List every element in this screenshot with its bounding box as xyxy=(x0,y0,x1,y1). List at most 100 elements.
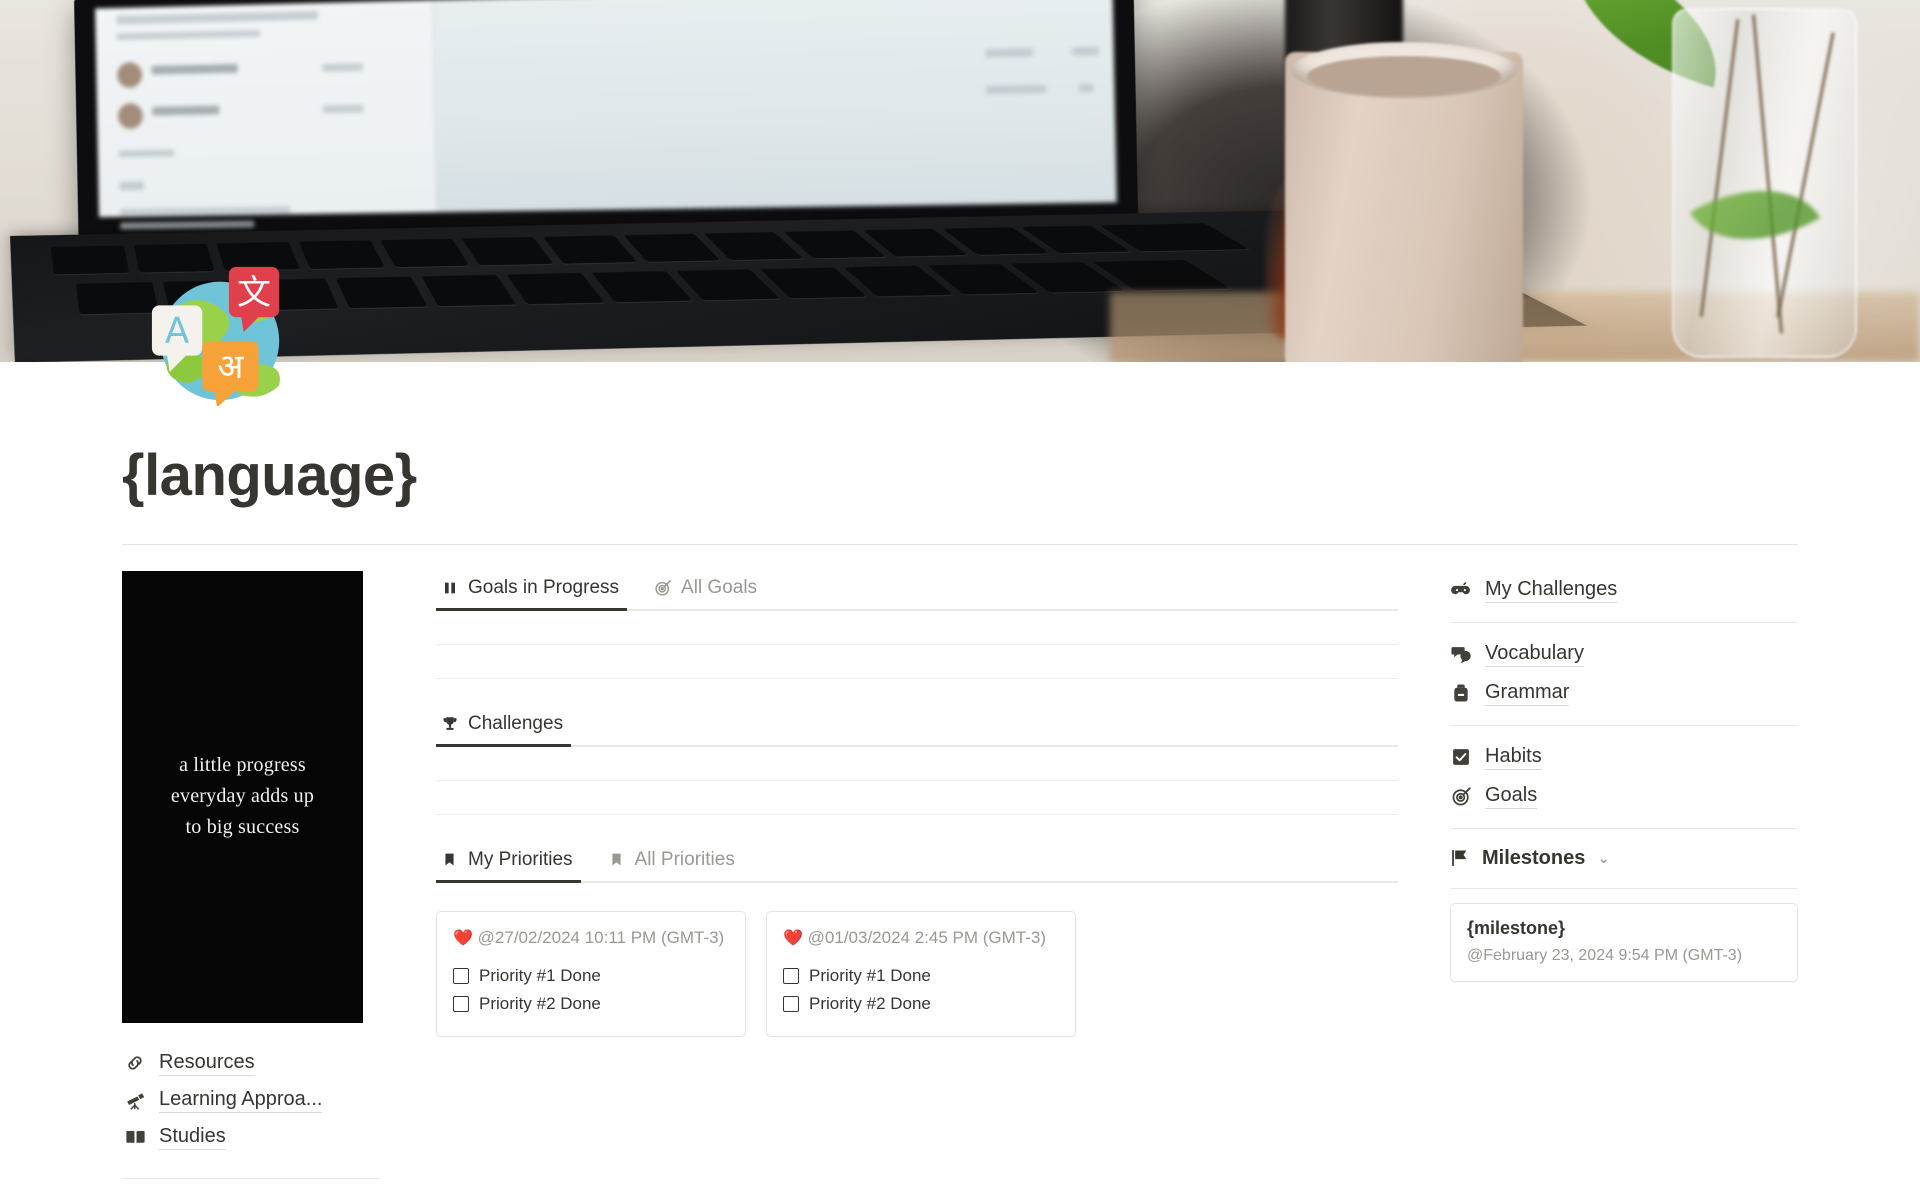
checkbox-unchecked-icon[interactable] xyxy=(453,996,469,1013)
challenges-empty-rows xyxy=(436,747,1398,815)
chevron-down-icon[interactable]: ⌄ xyxy=(1597,849,1610,867)
bookmark-icon xyxy=(440,850,459,869)
challenges-tablist: Challenges xyxy=(436,707,1398,747)
backpack-icon xyxy=(1450,682,1472,704)
right-column-divider xyxy=(1450,621,1798,623)
tab-label: All Goals xyxy=(681,576,758,598)
bookmark-icon xyxy=(607,850,626,869)
priorities-section: My Priorities All Priorities ❤️ @27/02/2… xyxy=(436,843,1398,1038)
milestone-date: @February 23, 2024 9:54 PM (GMT-3) xyxy=(1467,946,1743,964)
title-divider xyxy=(122,543,1798,545)
quote-line-1: a little progress xyxy=(179,754,306,777)
sidebar-item-goals[interactable]: Goals xyxy=(1450,777,1798,816)
goals-empty-rows xyxy=(436,611,1398,679)
challenges-section: Challenges xyxy=(436,707,1398,815)
checkbox-unchecked-icon[interactable] xyxy=(783,968,799,985)
motivational-quote-image: a little progress everyday adds up to bi… xyxy=(122,570,363,1023)
sidebar-item-label: Goals xyxy=(1485,784,1538,809)
svg-text:文: 文 xyxy=(237,273,271,313)
tab-my-priorities[interactable]: My Priorities xyxy=(436,843,581,883)
telescope-icon xyxy=(124,1089,146,1111)
page-title: {language} xyxy=(122,443,417,508)
goals-tablist: Goals in Progress All Goals xyxy=(436,571,1398,611)
priority-card[interactable]: ❤️ @01/03/2024 2:45 PM (GMT-3) Priority … xyxy=(766,910,1076,1038)
empty-row xyxy=(436,611,1398,645)
mug-decor xyxy=(1285,42,1523,362)
flag-icon xyxy=(1450,848,1470,868)
target-icon xyxy=(1450,785,1472,807)
tab-label: Challenges xyxy=(468,712,564,734)
open-book-icon xyxy=(124,1126,146,1148)
checkbox-row[interactable]: Priority #1 Done xyxy=(453,962,729,990)
right-column-divider xyxy=(1450,887,1798,889)
main-column: Goals in Progress All Goals Challenges M… xyxy=(412,571,1450,1038)
page-body: {language} a little progress everyday ad… xyxy=(0,444,1920,1199)
checkbox-label: Priority #1 Done xyxy=(479,966,601,986)
sidebar-item-label: Grammar xyxy=(1485,681,1570,706)
tab-all-goals[interactable]: All Goals xyxy=(649,571,765,609)
priority-card-date: ❤️ @01/03/2024 2:45 PM (GMT-3) xyxy=(783,926,1059,951)
three-column-layout: a little progress everyday adds up to bi… xyxy=(122,570,1798,1199)
heart-emoji-icon: ❤️ xyxy=(453,929,473,947)
tab-goals-in-progress[interactable]: Goals in Progress xyxy=(436,571,628,611)
pause-bars-icon xyxy=(440,578,459,597)
checkbox-row[interactable]: Priority #1 Done xyxy=(783,962,1059,990)
checkbox-label: Priority #2 Done xyxy=(809,994,931,1014)
checkbox-row[interactable]: Priority #2 Done xyxy=(783,990,1059,1018)
laptop-screen-decor xyxy=(74,0,1139,358)
tab-challenges[interactable]: Challenges xyxy=(436,707,572,747)
trophy-icon xyxy=(440,714,459,733)
sidebar-item-vocabulary[interactable]: Vocabulary xyxy=(1450,635,1798,674)
laptop-screen-content xyxy=(95,0,1117,358)
priority-cards: ❤️ @27/02/2024 10:11 PM (GMT-3) Priority… xyxy=(436,910,1398,1038)
tab-label: My Priorities xyxy=(468,848,573,870)
checkbox-unchecked-icon[interactable] xyxy=(453,968,469,985)
quote-text: a little progress everyday adds up to bi… xyxy=(171,750,314,843)
sidebar-item-my-challenges[interactable]: My Challenges xyxy=(1450,571,1798,610)
empty-row xyxy=(436,747,1398,781)
sidebar-item-habits[interactable]: Habits xyxy=(1450,738,1798,777)
checkbox-unchecked-icon[interactable] xyxy=(783,996,799,1013)
empty-row xyxy=(436,781,1398,815)
priority-card[interactable]: ❤️ @27/02/2024 10:11 PM (GMT-3) Priority… xyxy=(436,910,746,1038)
right-column-divider xyxy=(1450,724,1798,726)
sidebar-item-studies[interactable]: Studies xyxy=(122,1119,388,1156)
empty-row xyxy=(436,645,1398,679)
milestone-card[interactable]: {milestone} @February 23, 2024 9:54 PM (… xyxy=(1450,902,1798,982)
priority-card-date-text: @01/03/2024 2:45 PM (GMT-3) xyxy=(807,927,1047,947)
sidebar-item-resources[interactable]: Resources xyxy=(122,1045,388,1082)
translation-globe-icon[interactable]: 文 A अ xyxy=(146,258,294,406)
target-icon xyxy=(653,578,672,597)
section-milestones[interactable]: Milestones ⌄ xyxy=(1450,841,1798,876)
sidebar-item-grammar[interactable]: Grammar xyxy=(1450,674,1798,713)
left-column: a little progress everyday adds up to bi… xyxy=(122,570,412,1199)
sidebar-item-label: Learning Approa... xyxy=(159,1088,323,1113)
svg-text:अ: अ xyxy=(217,347,244,387)
quote-line-3: to big success xyxy=(185,816,300,839)
goals-section: Goals in Progress All Goals xyxy=(436,571,1398,679)
left-column-divider xyxy=(122,1177,380,1179)
heart-emoji-icon: ❤️ xyxy=(783,929,803,947)
priorities-tablist: My Priorities All Priorities xyxy=(436,843,1398,883)
right-column-divider xyxy=(1450,827,1798,829)
section-label: Milestones xyxy=(1482,846,1586,869)
glass-vase-decor xyxy=(1672,8,1857,358)
quote-line-2: everyday adds up xyxy=(170,785,315,808)
left-nav-list: Resources Learning Approa... Studies xyxy=(122,1045,388,1156)
tab-label: All Priorities xyxy=(634,848,735,870)
gamepad-icon xyxy=(1450,579,1472,601)
checkbox-label: Priority #1 Done xyxy=(809,966,931,986)
checkbox-row[interactable]: Priority #2 Done xyxy=(453,990,729,1018)
priority-card-date: ❤️ @27/02/2024 10:11 PM (GMT-3) xyxy=(453,926,729,951)
sidebar-item-label: Vocabulary xyxy=(1485,642,1584,667)
tab-label: Goals in Progress xyxy=(468,576,620,598)
speech-bubbles-icon xyxy=(1450,643,1472,665)
sidebar-item-label: Habits xyxy=(1485,745,1542,770)
sidebar-item-label: Resources xyxy=(159,1051,255,1076)
sidebar-item-label: My Challenges xyxy=(1485,578,1618,603)
sidebar-item-learning-approach[interactable]: Learning Approa... xyxy=(122,1082,388,1119)
link-icon xyxy=(124,1052,146,1074)
milestone-title: {milestone} xyxy=(1467,917,1566,938)
checkbox-checked-icon xyxy=(1450,746,1472,768)
tab-all-priorities[interactable]: All Priorities xyxy=(603,843,743,881)
